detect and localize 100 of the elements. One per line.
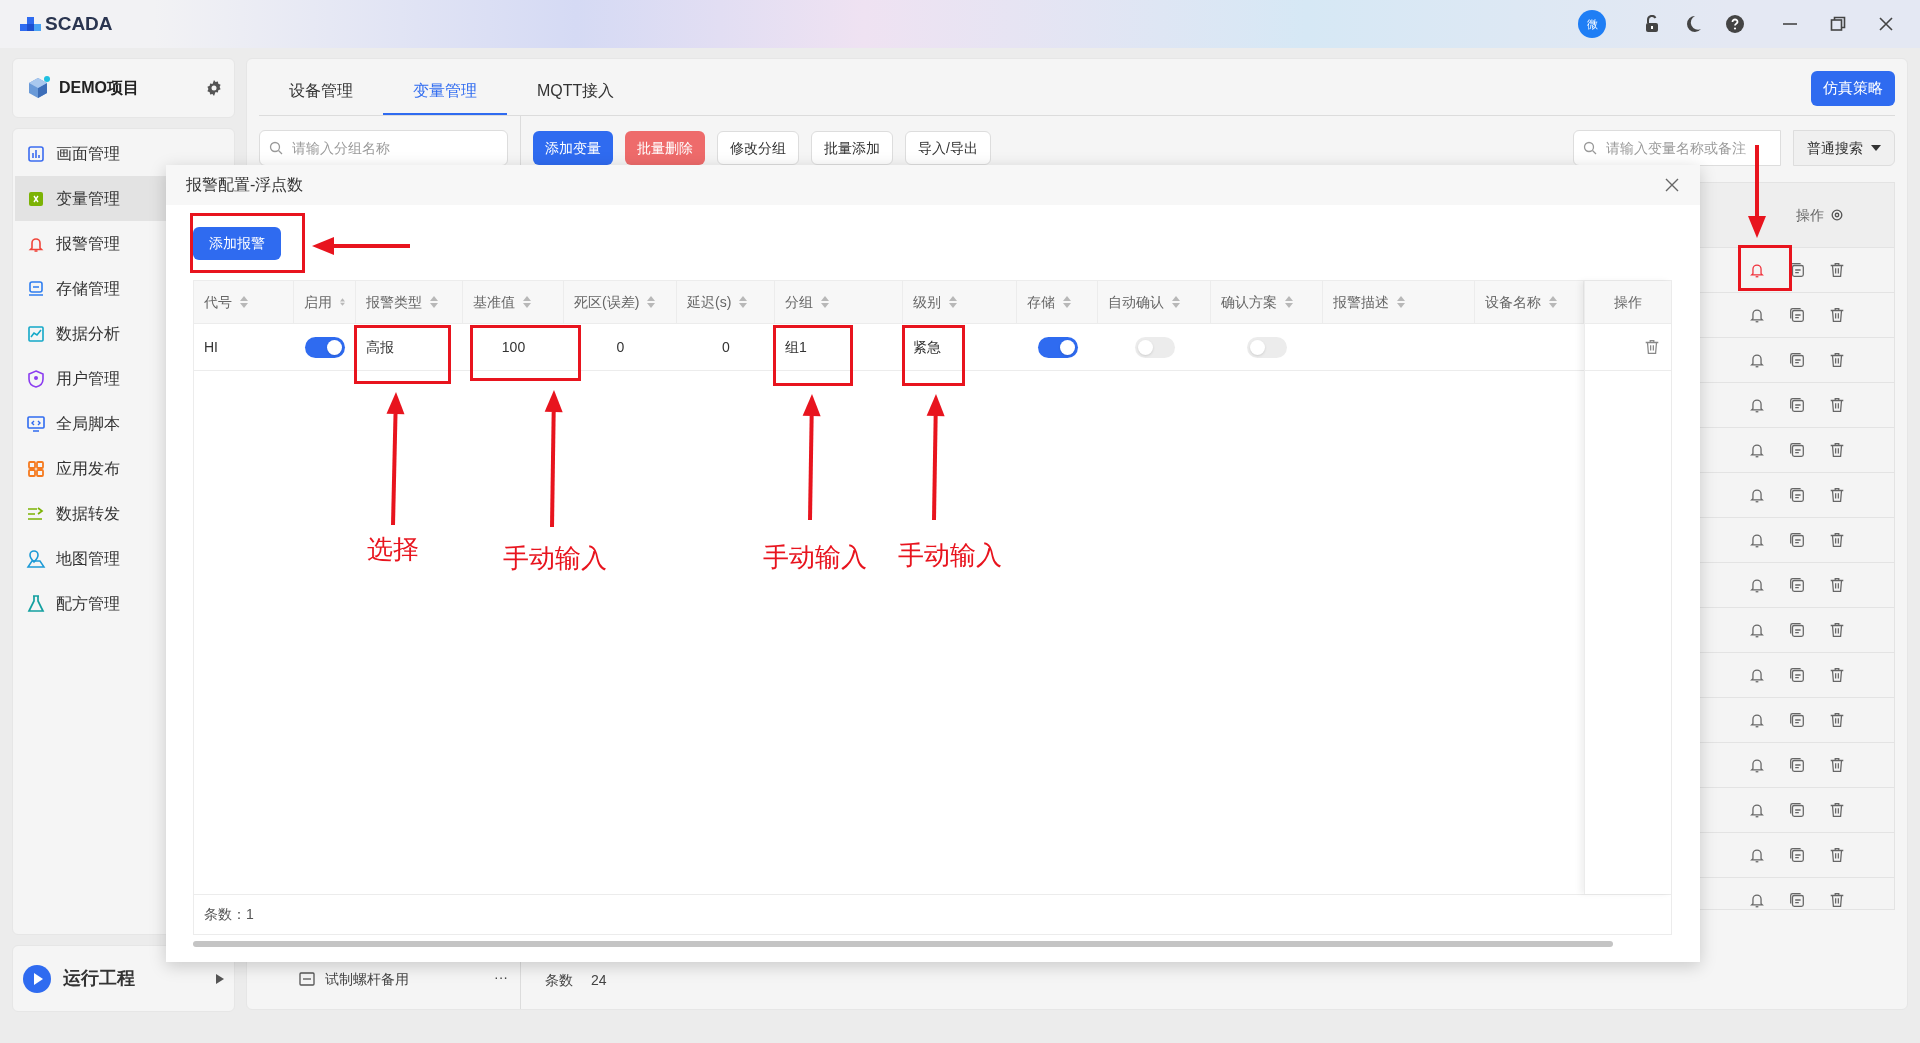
logo-icon bbox=[20, 16, 42, 32]
toolbar-button[interactable]: 导入/导出 bbox=[905, 131, 991, 165]
bell-icon[interactable] bbox=[1748, 306, 1766, 324]
bell-icon[interactable] bbox=[1748, 441, 1766, 459]
copy-icon[interactable] bbox=[1788, 441, 1806, 459]
close-icon[interactable] bbox=[1878, 16, 1894, 32]
table-cell-text: 0 bbox=[616, 337, 625, 357]
bell-icon[interactable] bbox=[1748, 576, 1766, 594]
bell-icon[interactable] bbox=[1748, 711, 1766, 729]
delete-icon[interactable] bbox=[1828, 621, 1846, 639]
app-title: SCADA bbox=[45, 11, 113, 36]
delete-icon[interactable] bbox=[1828, 756, 1846, 774]
lock-icon[interactable] bbox=[1644, 15, 1660, 33]
column-header: 级别 bbox=[913, 292, 941, 312]
copy-icon[interactable] bbox=[1788, 621, 1806, 639]
close-icon[interactable] bbox=[1664, 177, 1680, 193]
grid-icon bbox=[26, 458, 46, 479]
more-button[interactable]: ··· bbox=[494, 967, 508, 988]
toggle-switch[interactable] bbox=[1247, 336, 1287, 358]
copy-icon[interactable] bbox=[1788, 531, 1806, 549]
delete-icon[interactable] bbox=[1828, 801, 1846, 819]
sidebar-item[interactable]: 应用发布 bbox=[15, 446, 232, 491]
chart-icon bbox=[26, 143, 46, 164]
monitor-icon bbox=[26, 413, 46, 434]
horizontal-scrollbar[interactable] bbox=[193, 941, 1613, 947]
copy-icon[interactable] bbox=[1788, 666, 1806, 684]
simulate-button[interactable]: 仿真策略 bbox=[1811, 71, 1895, 106]
delete-icon[interactable] bbox=[1828, 486, 1846, 504]
bell-icon[interactable] bbox=[1748, 666, 1766, 684]
copy-icon[interactable] bbox=[1788, 486, 1806, 504]
group-search-field[interactable]: 请输入分组名称 bbox=[259, 130, 508, 166]
column-header: 存储 bbox=[1027, 292, 1055, 312]
delete-icon[interactable] bbox=[1828, 351, 1846, 369]
moon-icon[interactable] bbox=[1684, 15, 1702, 33]
column-header: 自动确认 bbox=[1108, 292, 1164, 312]
group-item[interactable]: 试制螺杆备用 bbox=[325, 969, 484, 990]
bell-icon[interactable] bbox=[1748, 351, 1766, 369]
toggle-switch[interactable] bbox=[305, 336, 345, 358]
delete-icon[interactable] bbox=[1828, 306, 1846, 324]
count-value: 24 bbox=[591, 970, 607, 990]
bell-icon[interactable] bbox=[1748, 396, 1766, 414]
bell-icon[interactable] bbox=[1748, 891, 1766, 909]
add-alarm-button[interactable]: 添加报警 bbox=[193, 227, 281, 260]
delete-icon[interactable] bbox=[1828, 441, 1846, 459]
toggle-switch[interactable] bbox=[1134, 336, 1175, 358]
shield-icon bbox=[26, 368, 46, 389]
tab[interactable]: 设备管理 bbox=[259, 69, 383, 115]
copy-icon[interactable] bbox=[1788, 801, 1806, 819]
run-project-button[interactable]: 运行工程 bbox=[12, 945, 235, 1012]
bell-icon[interactable] bbox=[1748, 801, 1766, 819]
user-avatar[interactable]: 微 bbox=[1578, 10, 1606, 38]
bell-icon[interactable] bbox=[1748, 486, 1766, 504]
toolbar-button[interactable]: 修改分组 bbox=[717, 131, 799, 165]
search-mode-dropdown[interactable]: 普通搜索 bbox=[1793, 130, 1895, 166]
restore-icon[interactable] bbox=[1830, 16, 1846, 32]
delete-icon[interactable] bbox=[1828, 261, 1846, 279]
copy-icon[interactable] bbox=[1788, 351, 1806, 369]
copy-icon[interactable] bbox=[1788, 711, 1806, 729]
delete-icon[interactable] bbox=[1828, 711, 1846, 729]
sidebar-item[interactable]: 地图管理 bbox=[15, 536, 232, 581]
bell-icon[interactable] bbox=[1748, 846, 1766, 864]
copy-icon[interactable] bbox=[1788, 756, 1806, 774]
delete-icon[interactable] bbox=[1828, 666, 1846, 684]
delete-icon[interactable] bbox=[1828, 396, 1846, 414]
delete-icon[interactable] bbox=[1828, 576, 1846, 594]
help-icon[interactable] bbox=[1726, 15, 1744, 33]
sidebar-item[interactable]: 配方管理 bbox=[15, 581, 232, 626]
delete-icon[interactable] bbox=[1643, 338, 1661, 356]
count-label: 条数 bbox=[545, 970, 573, 990]
annotation-label: 手动输入 bbox=[503, 541, 607, 575]
copy-icon[interactable] bbox=[1788, 891, 1806, 909]
tab[interactable]: MQTT接入 bbox=[507, 69, 645, 115]
sidebar-item[interactable]: 数据转发 bbox=[15, 491, 232, 536]
copy-icon[interactable] bbox=[1788, 306, 1806, 324]
table-cell-text: 0 bbox=[722, 337, 730, 357]
copy-icon[interactable] bbox=[1788, 396, 1806, 414]
table-cell-text: 组1 bbox=[785, 337, 807, 357]
bell-icon[interactable] bbox=[1748, 621, 1766, 639]
toolbar-button[interactable]: 批量添加 bbox=[811, 131, 893, 165]
bell-icon[interactable] bbox=[1748, 531, 1766, 549]
map-pin-icon bbox=[26, 548, 46, 569]
toggle-switch[interactable] bbox=[1037, 336, 1078, 358]
delete-icon[interactable] bbox=[1828, 891, 1846, 909]
column-header: 基准值 bbox=[473, 292, 515, 312]
bell-icon[interactable] bbox=[1748, 756, 1766, 774]
sidebar-item[interactable]: 画面管理 bbox=[15, 131, 232, 176]
sidebar-item[interactable]: 用户管理 bbox=[15, 356, 232, 401]
variable-search-field[interactable]: 请输入变量名称或备注 bbox=[1573, 130, 1781, 166]
copy-icon[interactable] bbox=[1788, 576, 1806, 594]
table-cell-text: HI bbox=[204, 337, 218, 357]
copy-icon[interactable] bbox=[1788, 846, 1806, 864]
sidebar-item[interactable]: 全局脚本 bbox=[15, 401, 232, 446]
toolbar-button[interactable]: 添加变量 bbox=[533, 131, 613, 165]
annotation-box bbox=[902, 325, 965, 386]
delete-icon[interactable] bbox=[1828, 846, 1846, 864]
column-header: 代号 bbox=[204, 292, 232, 312]
delete-icon[interactable] bbox=[1828, 531, 1846, 549]
annotation-box bbox=[1738, 245, 1792, 291]
bell-icon[interactable] bbox=[1748, 261, 1766, 279]
tab[interactable]: 变量管理 bbox=[383, 69, 507, 115]
